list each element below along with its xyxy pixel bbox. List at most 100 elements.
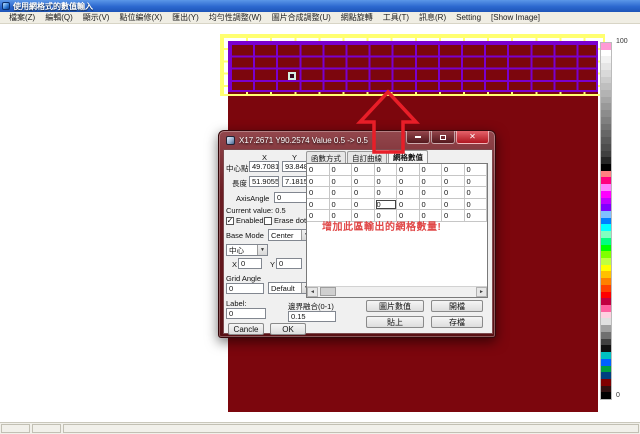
menu-item[interactable]: 編輯(Q) (40, 12, 78, 23)
palette-band (601, 345, 611, 352)
scroll-right-icon[interactable]: ► (476, 287, 487, 297)
palette-band (601, 117, 611, 124)
menu-item[interactable]: 工具(T) (378, 12, 414, 23)
cancel-button[interactable]: Cancle (228, 323, 264, 335)
image-values-button[interactable]: 圖片數值 (366, 300, 424, 312)
anchor-select[interactable]: 中心 ▼ (226, 244, 268, 256)
palette-band (601, 198, 611, 205)
grid-selection-handle[interactable] (288, 72, 296, 80)
palette-band (601, 130, 611, 137)
grid-angle-label: Grid Angle (226, 274, 261, 283)
table-row: 00000000 (307, 187, 487, 199)
grid-cell[interactable]: 0 (442, 199, 465, 211)
ok-button[interactable]: OK (270, 323, 306, 335)
palette-band (601, 184, 611, 191)
palette-band (601, 90, 611, 97)
open-file-button[interactable]: 開檔 (431, 300, 483, 312)
palette-band (601, 157, 611, 164)
palette-band (601, 144, 611, 151)
grid-cell[interactable]: 0 (442, 164, 465, 176)
grid-cell[interactable]: 0 (330, 199, 353, 211)
chevron-down-icon[interactable]: ▼ (257, 245, 267, 255)
menu-item[interactable]: Setting (451, 13, 486, 22)
grid-cell[interactable]: 0 (352, 164, 375, 176)
grid-cell[interactable]: 0 (307, 199, 330, 211)
palette-band (601, 285, 611, 292)
grid-cell[interactable]: 0 (330, 164, 353, 176)
palette-band (601, 151, 611, 158)
grid-cell[interactable]: 0 (465, 199, 488, 211)
grid-cell[interactable]: 0 (420, 176, 443, 188)
label-label: Label: (226, 299, 246, 308)
grid-cell[interactable]: 0 (465, 176, 488, 188)
grid-cell[interactable]: 0 (397, 187, 420, 199)
grid-cell[interactable]: 0 (420, 164, 443, 176)
palette-band (601, 97, 611, 104)
menu-item[interactable]: 點位編修(X) (114, 12, 167, 23)
scrollbar-thumb[interactable] (320, 287, 336, 296)
erase-dots-checkbox[interactable] (264, 217, 272, 225)
grid-cell[interactable]: 0 (465, 187, 488, 199)
palette-band (601, 70, 611, 77)
save-file-button[interactable]: 存檔 (431, 316, 483, 328)
maximize-button[interactable] (431, 131, 455, 144)
palette-band (601, 325, 611, 332)
grid-cell[interactable]: 0 (330, 187, 353, 199)
menu-item[interactable]: 顯示(V) (78, 12, 115, 23)
scrollbar-track[interactable] (318, 287, 476, 297)
menu-item[interactable]: [Show Image] (486, 13, 545, 22)
paste-button[interactable]: 貼上 (366, 316, 424, 328)
enabled-checkbox[interactable]: ✓ (226, 217, 234, 225)
tab-1[interactable]: 函數方式 (306, 151, 346, 163)
grid-cell[interactable]: 0 (375, 187, 398, 199)
erase-dots-label: Erase dots (274, 216, 310, 225)
dialog-body: X Y 中心點 49.7081 93.8482 長度 51.9055 7.181… (223, 149, 493, 334)
grid-cell[interactable]: 0 (397, 164, 420, 176)
grid-cell[interactable]: 0 (307, 176, 330, 188)
grid-cell[interactable]: 0 (352, 176, 375, 188)
grid-cell[interactable]: 0 (465, 164, 488, 176)
label-field[interactable]: 0 (226, 308, 266, 319)
palette-band (601, 50, 611, 57)
grid-cell[interactable]: 0 (375, 164, 398, 176)
grid-cell[interactable]: 0 (397, 199, 420, 211)
menu-item[interactable]: 訊息(R) (414, 12, 451, 23)
palette-band (601, 352, 611, 359)
grid-cell[interactable]: 0 (397, 176, 420, 188)
enabled-label: Enabled (236, 216, 264, 225)
grid-cell[interactable]: 0 (442, 176, 465, 188)
grid-cell[interactable]: 0 (420, 187, 443, 199)
axis-angle-field[interactable]: 0 (274, 192, 310, 203)
grid-cell[interactable]: 0 (420, 199, 443, 211)
grid-cell[interactable]: 0 (375, 176, 398, 188)
palette-band (601, 137, 611, 144)
menu-item[interactable]: 圖片合成調整(U) (267, 12, 336, 23)
close-button[interactable]: ✕ (456, 131, 489, 144)
scroll-left-icon[interactable]: ◄ (307, 287, 318, 297)
length-x-field[interactable]: 51.9055 (249, 176, 279, 187)
grid-cell[interactable]: 0 (330, 176, 353, 188)
center-x-field[interactable]: 49.7081 (249, 161, 279, 172)
base-mode-value: Center (269, 231, 301, 240)
offset-x-field[interactable]: 0 (238, 258, 262, 269)
grid-cell[interactable]: 0 (442, 210, 465, 222)
maximize-icon (440, 135, 446, 140)
grid-angle-field[interactable]: 0 (226, 283, 264, 294)
grid-cell[interactable]: 0 (442, 187, 465, 199)
menu-item[interactable]: 均勻性調整(W) (204, 12, 267, 23)
offset-y-field[interactable]: 0 (276, 258, 302, 269)
grid-cell[interactable]: 0 (307, 164, 330, 176)
horizontal-scrollbar[interactable]: ◄ ► (307, 286, 487, 297)
grid-cell[interactable]: 0 (307, 187, 330, 199)
anchor-value: 中心 (227, 245, 257, 256)
palette-band (601, 332, 611, 339)
menu-item[interactable]: 匯出(Y) (167, 12, 204, 23)
grid-cell[interactable]: 0 (352, 199, 375, 211)
blend-field[interactable]: 0.15 (288, 311, 336, 322)
grid-cell[interactable]: 0 (465, 210, 488, 222)
menu-item[interactable]: 檔案(Z) (4, 12, 40, 23)
grid-cell[interactable]: 0 (375, 199, 398, 211)
grid-cell[interactable]: 0 (352, 187, 375, 199)
palette-band (601, 292, 611, 299)
menu-item[interactable]: 網點旋轉 (336, 12, 378, 23)
